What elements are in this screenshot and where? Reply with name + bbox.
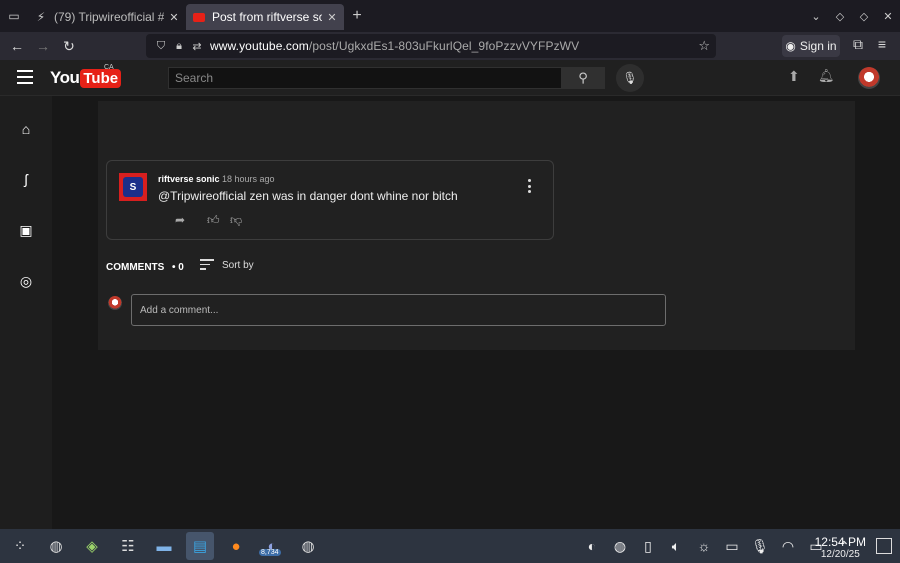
sort-label: Sort by bbox=[222, 260, 254, 272]
dolphin-icon[interactable]: ▤ bbox=[186, 532, 214, 560]
browser-nav-bar: ← → ↻ ⛉ 🔒︎ ⇄ www.youtube.com/post/UgkxdE… bbox=[0, 32, 900, 60]
app-launcher-icon[interactable]: ⁘ bbox=[6, 532, 34, 560]
tab-title: (79) Tripwireofficial #Acc bbox=[54, 10, 164, 24]
sort-button[interactable]: Sort by bbox=[200, 259, 254, 273]
forward-button[interactable]: → bbox=[30, 38, 56, 54]
maximize-icon[interactable]: ◇ bbox=[852, 10, 876, 23]
volume-icon[interactable]: 🔈︎ bbox=[662, 538, 690, 555]
app-store-icon[interactable]: ◈ bbox=[78, 532, 106, 560]
thumbs-down-icon[interactable]: 👎︎ bbox=[230, 213, 242, 228]
chevron-down-icon[interactable]: ⌄ bbox=[804, 10, 828, 23]
youtube-icon bbox=[192, 10, 206, 24]
extensions-icon[interactable]: ⧉ bbox=[846, 36, 870, 53]
close-tab-icon[interactable]: ✕ bbox=[168, 11, 180, 24]
lightning-icon: ⚡ bbox=[36, 10, 46, 24]
bell-icon[interactable]: 🔔︎ bbox=[818, 68, 835, 84]
clipboard-icon[interactable]: ▯ bbox=[634, 538, 662, 555]
comments-label: COMMENTS bbox=[106, 262, 165, 273]
microphone-tray-icon[interactable]: 🎙︎ bbox=[746, 538, 774, 555]
new-tab-button[interactable]: + bbox=[344, 7, 370, 25]
microphone-icon: 🎙︎ bbox=[622, 71, 638, 85]
minimize-icon[interactable]: ◇ bbox=[828, 10, 852, 23]
comment-input[interactable]: Add a comment... bbox=[131, 294, 666, 326]
hamburger-menu-icon[interactable] bbox=[17, 70, 33, 84]
subscriptions-icon[interactable]: ▣ bbox=[17, 221, 35, 239]
shorts-icon[interactable]: ʃ bbox=[17, 170, 35, 188]
permissions-icon[interactable]: ⇄ bbox=[188, 40, 206, 53]
comments-count: • 0 bbox=[172, 262, 184, 273]
author-avatar[interactable]: S bbox=[119, 173, 147, 201]
menu-icon[interactable]: ≡ bbox=[870, 36, 894, 53]
youtube-header: You Tube CA Search ⚲ 🎙︎ ⬆ 🔔︎ bbox=[0, 60, 900, 96]
upload-icon[interactable]: ⬆ bbox=[788, 68, 800, 85]
search-input[interactable]: Search bbox=[168, 67, 562, 89]
url-bar[interactable]: ⛉ 🔒︎ ⇄ www.youtube.com/post/UgkxdEs1-803… bbox=[146, 34, 716, 58]
wifi-icon[interactable]: ◠ bbox=[774, 538, 802, 555]
system-settings-icon[interactable]: ☷ bbox=[114, 532, 142, 560]
shield-icon[interactable]: ⛉ bbox=[152, 40, 170, 53]
sign-in-button[interactable]: ◉ Sign in bbox=[782, 35, 840, 57]
tab-list-button[interactable]: ▭ bbox=[0, 0, 28, 32]
tab-title: Post from riftverse sonic bbox=[212, 10, 322, 24]
discord-tray-icon[interactable]: ◐ bbox=[578, 538, 606, 554]
file-manager-icon[interactable]: ▬ bbox=[150, 532, 178, 560]
url-host: www.youtube.com bbox=[210, 39, 309, 53]
back-button[interactable]: ← bbox=[4, 38, 30, 54]
brightness-icon[interactable]: ☼ bbox=[690, 538, 718, 554]
thumbs-up-icon[interactable]: 👍︎ bbox=[207, 213, 220, 228]
window-controls: ⌄ ◇ ◇ ✕ bbox=[804, 0, 900, 32]
steam-running-icon[interactable]: ◍ bbox=[294, 532, 322, 560]
avatar bbox=[108, 296, 122, 310]
clock-time: 12:54 PM bbox=[814, 535, 866, 549]
post-author[interactable]: riftverse sonic bbox=[158, 174, 220, 184]
url-text: www.youtube.com/post/UgkxdEs1-803uFkurlQ… bbox=[210, 39, 579, 53]
bookmark-star-icon[interactable]: ☆ bbox=[698, 38, 710, 54]
close-window-icon[interactable]: ✕ bbox=[876, 10, 900, 23]
main-content: S riftverse sonic 18 hours ago @Tripwire… bbox=[52, 96, 900, 529]
sign-in-label: Sign in bbox=[799, 39, 837, 53]
country-code: CA bbox=[104, 64, 114, 71]
sonic-icon: S bbox=[123, 177, 143, 197]
youtube-logo[interactable]: You Tube CA bbox=[50, 64, 122, 88]
discord-badge: 8,734 bbox=[259, 549, 281, 556]
avatar[interactable] bbox=[858, 67, 880, 89]
lock-icon[interactable]: 🔒︎ bbox=[170, 40, 188, 53]
voice-search-button[interactable]: 🎙︎ bbox=[616, 64, 644, 92]
sd-card-icon[interactable]: ▭ bbox=[718, 538, 746, 555]
community-post: S riftverse sonic 18 hours ago @Tripwire… bbox=[106, 160, 554, 240]
steam-icon[interactable]: ◍ bbox=[42, 532, 70, 560]
logo-you: You bbox=[50, 68, 80, 87]
post-card: S riftverse sonic 18 hours ago @Tripwire… bbox=[98, 101, 855, 350]
discord-icon[interactable]: ◐ 8,734 bbox=[258, 532, 286, 560]
clock-date: 12/20/25 bbox=[820, 549, 860, 560]
logo-tube: Tube bbox=[80, 68, 122, 88]
url-path: /post/UgkxdEs1-803uFkurlQel_9foPzzvVYFPz… bbox=[308, 39, 580, 53]
you-icon[interactable]: ◎ bbox=[17, 272, 35, 290]
reload-button[interactable]: ↻ bbox=[56, 38, 82, 55]
more-options-icon[interactable] bbox=[526, 179, 532, 193]
post-time[interactable]: 18 hours ago bbox=[222, 174, 275, 184]
search-icon: ⚲ bbox=[578, 70, 588, 85]
tab-tripwire[interactable]: ⚡ (79) Tripwireofficial #Acc ✕ bbox=[28, 4, 186, 30]
steam-tray-icon[interactable]: ◍ bbox=[606, 538, 634, 555]
browser-tab-bar: ▭ ⚡ (79) Tripwireofficial #Acc ✕ Post fr… bbox=[0, 0, 900, 32]
home-icon[interactable]: ⌂ bbox=[17, 120, 35, 138]
youtube-sidebar: ⌂ ʃ ▣ ◎ bbox=[0, 96, 52, 529]
show-desktop-button[interactable] bbox=[876, 538, 892, 554]
taskbar: ⁘ ◍ ◈ ☷ ▬ ▤ ● ◐ 8,734 ◍ ◐ ◍ ▯ 🔈︎ ☼ ▭ 🎙︎ ◠… bbox=[0, 529, 900, 563]
close-tab-icon[interactable]: ✕ bbox=[326, 11, 338, 24]
nav-right-tools: ⧉ ≡ bbox=[846, 36, 894, 53]
tab-youtube-post[interactable]: Post from riftverse sonic ✕ bbox=[186, 4, 344, 30]
tab-list-icon: ▭ bbox=[8, 9, 20, 23]
search-button[interactable]: ⚲ bbox=[561, 67, 605, 89]
account-icon: ◉ bbox=[785, 39, 796, 53]
share-icon[interactable]: ➦ bbox=[175, 213, 185, 227]
post-text: @Tripwireofficial zen was in danger dont… bbox=[158, 189, 458, 203]
sort-icon bbox=[200, 259, 214, 273]
firefox-icon[interactable]: ● bbox=[222, 532, 250, 560]
clock[interactable]: 12:54 PM 12/20/25 bbox=[815, 535, 866, 560]
